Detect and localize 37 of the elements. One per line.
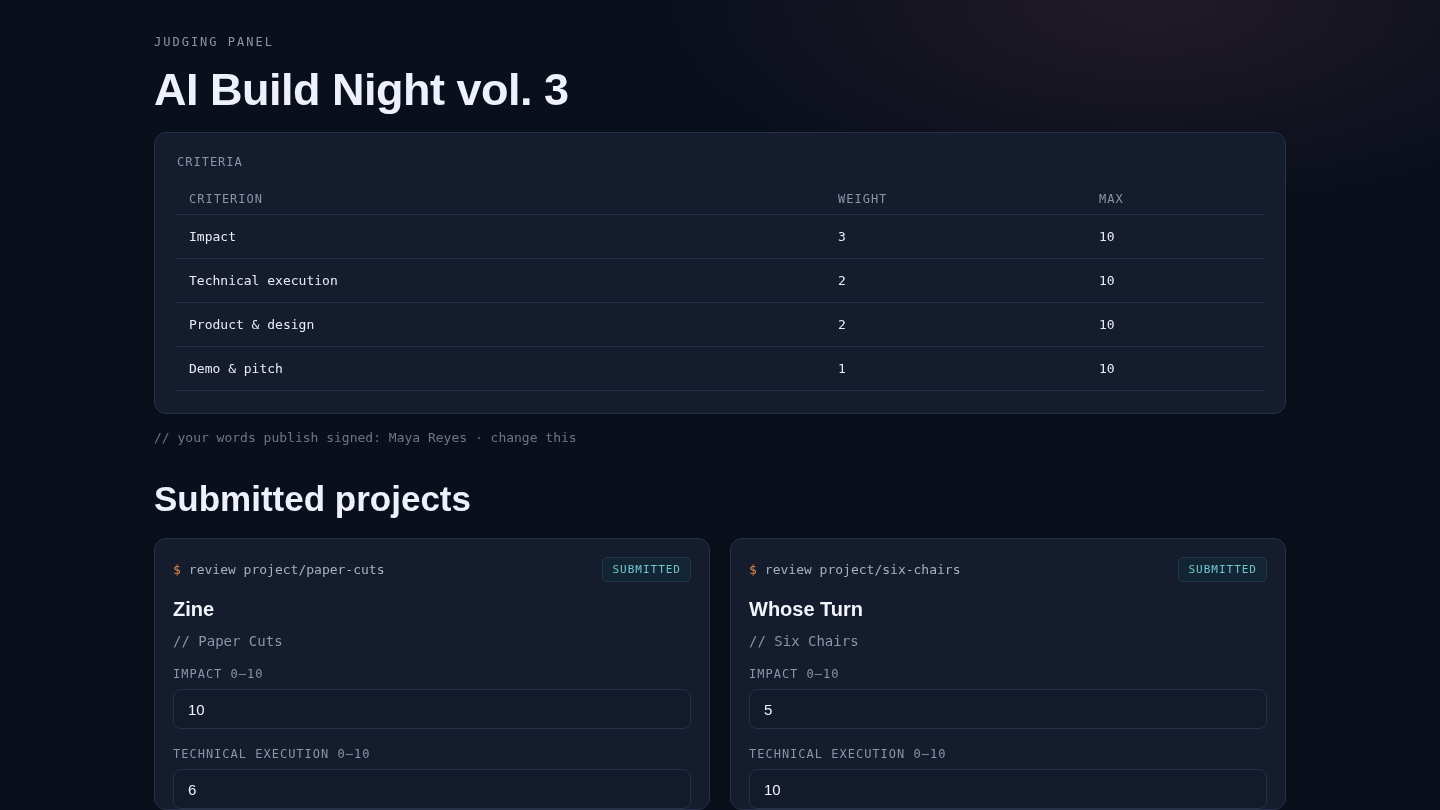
section-title: Submitted projects [154,481,472,516]
table-cell-text: Product & design [189,317,316,332]
score-field[interactable]: 10 [749,769,1267,809]
table-cell-text: 2 [838,273,847,288]
status-badge: SUBMITTED [602,557,691,582]
field-label: IMPACT 0–10 [173,667,265,681]
field-label: TECHNICAL EXECUTION 0–10 [749,747,948,761]
command-line: $ review project/paper-cuts [173,562,385,577]
table-cell-text: Technical execution [189,273,339,288]
change-link[interactable]: change this [490,430,577,445]
status-badge: SUBMITTED [1178,557,1267,582]
column-header: MAX [1099,191,1125,206]
table-cell-text: Demo & pitch [189,361,284,376]
table-cell-text: 2 [838,317,847,332]
table-cell-text: Impact [189,229,237,244]
column-header: CRITERION [189,191,265,206]
table-cell-text: 10 [1099,361,1116,376]
score-field[interactable]: 10 [173,689,691,729]
field-label: IMPACT 0–10 [749,667,841,681]
score-field[interactable]: 6 [173,769,691,809]
team-name: // Paper Cuts [173,633,284,649]
project-name: Zine [173,598,216,621]
eyebrow-label: JUDGING PANEL [154,35,275,49]
table-cell-text: 1 [838,361,847,376]
field-label: TECHNICAL EXECUTION 0–10 [173,747,372,761]
table-cell-text: 3 [838,229,847,244]
column-header: WEIGHT [838,191,889,206]
card-heading: CRITERIA [177,155,244,169]
team-name: // Six Chairs [749,633,860,649]
table-cell-text: 10 [1099,317,1116,332]
table-cell-text: 10 [1099,229,1116,244]
signature-note: // your words publish signed: Maya Reyes · change this [154,430,578,445]
table-cell-text: 10 [1099,273,1116,288]
project-name: Whose Turn [749,598,865,621]
score-field[interactable]: 5 [749,689,1267,729]
command-line: $ review project/six-chairs [749,562,961,577]
page-title: AI Build Night vol. 3 [154,67,570,112]
